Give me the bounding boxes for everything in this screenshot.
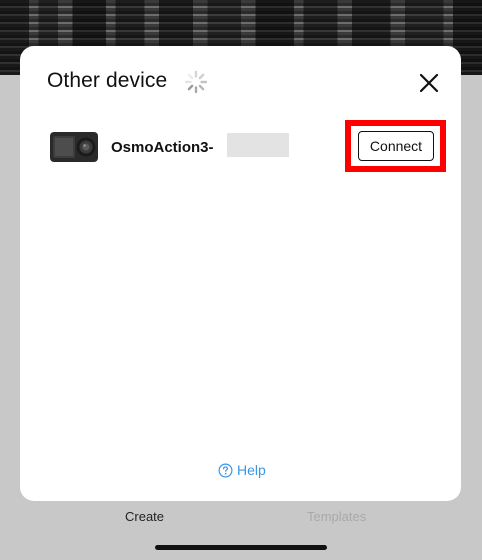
tab-templates[interactable]: Templates xyxy=(307,509,366,524)
action-camera-icon xyxy=(50,132,98,162)
loading-spinner-icon xyxy=(184,70,208,94)
help-circle-icon xyxy=(218,463,233,477)
device-name: OsmoAction3- xyxy=(111,139,214,156)
connect-button[interactable]: Connect xyxy=(358,131,434,161)
help-label: Help xyxy=(237,462,266,478)
device-name-redaction xyxy=(227,133,289,157)
home-indicator[interactable] xyxy=(155,545,327,550)
help-link[interactable]: Help xyxy=(218,462,266,478)
close-icon[interactable] xyxy=(418,72,440,94)
other-device-dialog: Other device OsmoAction3- Connect Help xyxy=(20,46,461,501)
dialog-title: Other device xyxy=(47,69,168,92)
tab-create[interactable]: Create xyxy=(125,509,164,524)
